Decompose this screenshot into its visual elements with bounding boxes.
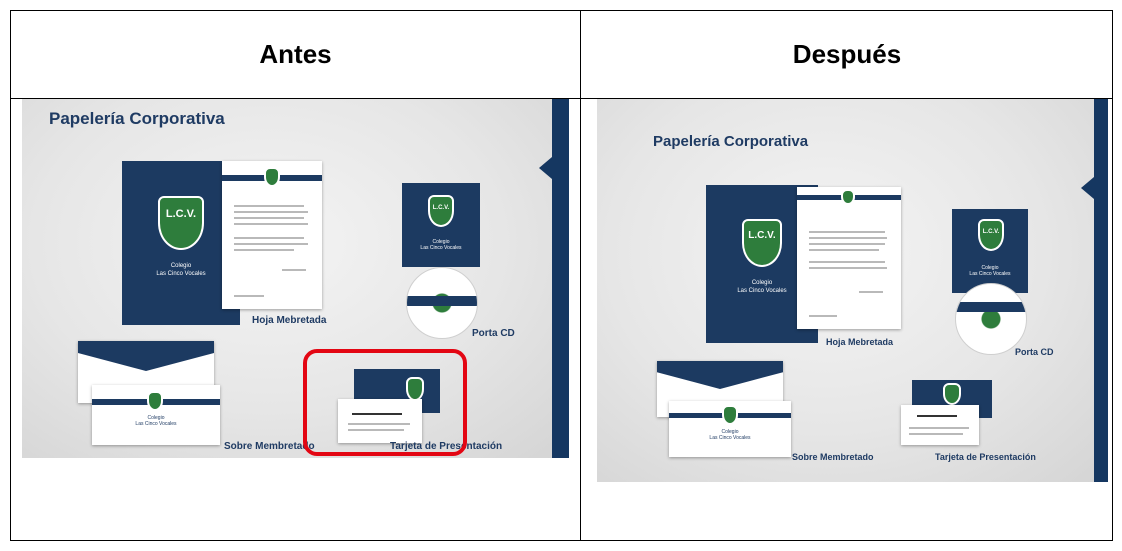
cd-disc-band: [956, 302, 1026, 312]
text-line: [809, 243, 885, 245]
text-line: [809, 237, 887, 239]
caption-porta-cd: Porta CD: [1015, 347, 1054, 357]
letterhead-sheet: [222, 161, 322, 309]
text-line: [234, 211, 308, 213]
caption-sobre: Sobre Membretado: [224, 441, 315, 452]
business-card-logo: [943, 383, 961, 405]
text-line: [909, 433, 963, 435]
cd-case-logo: L.C.V.: [428, 195, 454, 227]
text-line: [917, 415, 957, 417]
cd-disc: [955, 283, 1027, 355]
comparison-table: Antes Después Papelería Corporativa L.C.…: [10, 10, 1113, 541]
text-line: [809, 261, 885, 263]
side-panel: [552, 99, 569, 458]
text-line: [809, 267, 887, 269]
text-line: [234, 205, 304, 207]
text-line: [234, 243, 308, 245]
text-line: [234, 249, 294, 251]
slide-title: Papelería Corporativa: [653, 133, 809, 150]
side-panel-notch: [539, 157, 552, 179]
business-card-front: [901, 405, 979, 445]
text-line: [234, 295, 264, 297]
slide-antes: Papelería Corporativa L.C.V. Colegio Las…: [22, 99, 569, 458]
logo-shield: L.C.V.: [742, 219, 782, 267]
text-line: [234, 223, 308, 225]
letterhead-sheet: [797, 187, 901, 329]
header-despues: Después: [792, 39, 902, 69]
highlight-box: [303, 349, 467, 456]
letterhead-logo: [264, 167, 280, 187]
text-line: [809, 231, 885, 233]
letterhead-logo: [841, 189, 855, 205]
text-line: [809, 249, 879, 251]
caption-sobre: Sobre Membretado: [792, 452, 874, 462]
envelope-school-name: Colegio Las Cinco Vocales: [135, 415, 177, 427]
envelope-front: Colegio Las Cinco Vocales: [669, 401, 791, 457]
side-panel-notch: [1081, 177, 1094, 199]
envelope-school-name: Colegio Las Cinco Vocales: [709, 429, 751, 441]
signature: [282, 269, 306, 271]
cd-disc-band: [407, 296, 477, 306]
envelope-front: Colegio Las Cinco Vocales: [92, 385, 220, 445]
folder-school-name: Colegio Las Cinco Vocales: [737, 280, 787, 294]
cd-school-name: Colegio Las Cinco Vocales: [969, 265, 1011, 277]
cd-school-name: Colegio Las Cinco Vocales: [420, 239, 462, 251]
envelope-logo: [147, 391, 163, 411]
text-line: [809, 315, 837, 317]
caption-porta-cd: Porta CD: [472, 328, 515, 339]
folder-school-name: Colegio Las Cinco Vocales: [156, 263, 206, 277]
header-antes: Antes: [259, 39, 332, 69]
text-line: [909, 427, 969, 429]
slide-title: Papelería Corporativa: [49, 109, 225, 128]
side-panel: [1094, 99, 1108, 482]
logo-shield: L.C.V.: [158, 196, 204, 250]
slide-despues: Papelería Corporativa L.C.V. Colegio Las…: [597, 99, 1108, 482]
caption-hoja: Hoja Mebretada: [826, 337, 894, 347]
signature: [859, 291, 883, 293]
text-line: [234, 217, 304, 219]
envelope-logo: [722, 405, 738, 425]
cd-case-logo: L.C.V.: [978, 219, 1004, 251]
caption-tarjeta: Tarjeta de Presentación: [935, 452, 1036, 462]
text-line: [234, 237, 304, 239]
caption-hoja: Hoja Mebretada: [252, 315, 327, 326]
cd-disc: [406, 267, 478, 339]
